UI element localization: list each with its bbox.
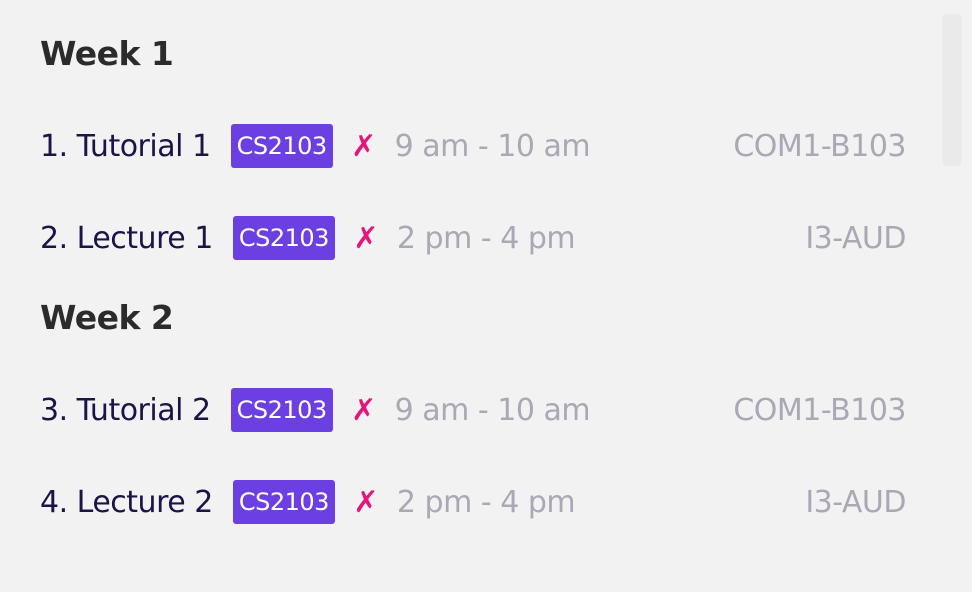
list-item[interactable]: 3. Tutorial 2 CS2103 ✗ 9 am - 10 am COM1… — [40, 387, 906, 433]
lesson-time: 2 pm - 4 pm — [396, 220, 576, 256]
list-item[interactable]: 2. Lecture 1 CS2103 ✗ 2 pm - 4 pm I3-AUD — [40, 215, 906, 261]
lesson-title: 3. Tutorial 2 — [40, 392, 211, 428]
cross-icon: ✗ — [353, 484, 379, 520]
list-item[interactable]: 4. Lecture 2 CS2103 ✗ 2 pm - 4 pm I3-AUD — [40, 479, 906, 525]
lesson-venue: COM1-B103 — [733, 392, 906, 428]
module-badge: CS2103 — [232, 216, 335, 260]
lesson-time: 9 am - 10 am — [394, 392, 591, 428]
lesson-title: 1. Tutorial 1 — [40, 128, 211, 164]
lesson-title: 2. Lecture 1 — [40, 220, 213, 256]
cross-icon: ✗ — [351, 392, 377, 428]
module-badge: CS2103 — [232, 480, 335, 524]
lesson-list: Week 1 1. Tutorial 1 CS2103 ✗ 9 am - 10 … — [40, 0, 906, 525]
lesson-list-panel: Week 1 1. Tutorial 1 CS2103 ✗ 9 am - 10 … — [0, 0, 972, 592]
lesson-venue: COM1-B103 — [733, 128, 906, 164]
cross-icon: ✗ — [353, 220, 379, 256]
module-badge: CS2103 — [230, 124, 333, 168]
lesson-time: 2 pm - 4 pm — [396, 484, 576, 520]
lesson-venue: I3-AUD — [805, 484, 906, 520]
module-badge: CS2103 — [230, 388, 333, 432]
lesson-venue: I3-AUD — [805, 220, 906, 256]
week-header: Week 2 — [40, 297, 174, 337]
scrollbar-thumb[interactable] — [942, 14, 962, 166]
list-item[interactable]: 1. Tutorial 1 CS2103 ✗ 9 am - 10 am COM1… — [40, 123, 906, 169]
week-header: Week 1 — [40, 33, 174, 73]
lesson-time: 9 am - 10 am — [394, 128, 591, 164]
lesson-title: 4. Lecture 2 — [40, 484, 213, 520]
cross-icon: ✗ — [351, 128, 377, 164]
